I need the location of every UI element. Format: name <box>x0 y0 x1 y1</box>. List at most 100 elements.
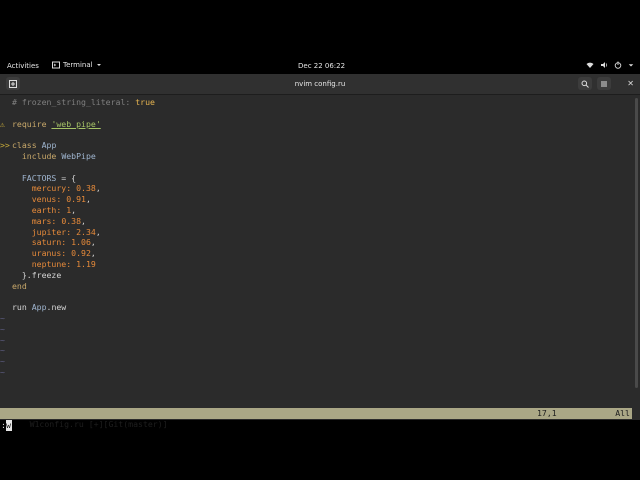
vim-command-line[interactable]: :w <box>1 420 12 431</box>
warning-sign-icon: ⚠ <box>0 118 5 129</box>
code-token: require <box>12 118 47 129</box>
clock[interactable]: Dec 22 06:22 <box>298 62 345 70</box>
code-token: earth: <box>31 205 62 215</box>
code-token: App <box>31 302 47 313</box>
code-line[interactable]: >> class App <box>0 140 56 151</box>
empty-line-marker: ~ <box>0 367 5 377</box>
sign-column: >> <box>0 140 10 151</box>
menu-icon <box>601 81 607 86</box>
code-token: 0.38 <box>61 215 82 226</box>
code-token: 1.06 <box>71 237 91 248</box>
code-line[interactable]: jupiter: 2.34, <box>0 227 101 238</box>
search-button[interactable] <box>578 77 592 90</box>
code-token: jupiter: <box>31 226 72 237</box>
terminal-app-icon <box>52 61 60 69</box>
code-token: # frozen_string_literal: <box>12 97 136 107</box>
volume-icon[interactable] <box>600 61 608 69</box>
code-line[interactable]: ~ <box>0 324 12 335</box>
app-menu-label: Terminal <box>63 61 93 69</box>
code-token: neptune: <box>31 259 72 269</box>
network-icon[interactable] <box>586 61 594 69</box>
code-token: , <box>90 248 96 259</box>
search-icon <box>581 80 589 88</box>
code-token: mars: <box>31 215 57 226</box>
vim-statusline: W1config.ru [+][Git(master)] 17,1 All <box>0 408 632 429</box>
code-token: , <box>95 226 101 237</box>
code-token: = { <box>56 172 77 183</box>
empty-line-marker: ~ <box>0 334 5 345</box>
code-token: 2.34 <box>76 226 96 237</box>
code-line[interactable]: ⚠ require 'web_pipe' <box>0 119 101 130</box>
code-line[interactable]: ~ <box>0 356 12 367</box>
close-icon: ✕ <box>627 79 634 88</box>
code-line[interactable]: ~ <box>0 335 12 346</box>
code-token: , <box>85 194 91 205</box>
code-token: freeze <box>31 269 62 280</box>
empty-line-marker: ~ <box>0 313 5 323</box>
code-token: 0.91 <box>66 194 86 205</box>
code-token: class <box>12 140 37 151</box>
terminal-window: nvim config.ru ✕ # frozen_string_literal… <box>0 74 640 431</box>
code-token: 1.19 <box>76 259 96 269</box>
code-line[interactable]: }.freeze <box>0 270 61 281</box>
code-token: }. <box>12 269 32 280</box>
code-token: include <box>21 151 57 161</box>
statusline-file: W1config.ru [+][Git(master)] <box>29 419 168 429</box>
code-line[interactable]: run App.new <box>0 302 66 313</box>
empty-line-marker: ~ <box>0 323 5 334</box>
code-line[interactable]: venus: 0.91, <box>0 194 91 205</box>
scrollbar-thumb[interactable] <box>635 98 638 388</box>
chevron-down-icon[interactable] <box>628 61 634 69</box>
statusline-scroll: All <box>615 408 630 418</box>
code-line[interactable] <box>0 162 12 173</box>
activities-button[interactable]: Activities <box>7 62 39 70</box>
code-line[interactable] <box>0 291 12 302</box>
code-token: uranus: <box>31 248 67 259</box>
code-token: true <box>135 97 155 107</box>
empty-line-marker: ~ <box>0 345 5 356</box>
terminal-content[interactable]: # frozen_string_literal: true ⚠ require 'w… <box>0 95 632 431</box>
code-line[interactable] <box>0 108 12 119</box>
statusline-position: 17,1 <box>537 408 557 418</box>
power-icon[interactable] <box>614 61 622 69</box>
code-line[interactable]: include WebPipe <box>0 151 96 162</box>
code-line[interactable]: uranus: 0.92, <box>0 248 96 259</box>
code-token: FACTORS <box>21 172 57 183</box>
code-line[interactable]: end <box>0 281 27 292</box>
code-line[interactable]: ~ <box>0 345 12 356</box>
code-line[interactable]: # frozen_string_literal: true <box>0 97 155 108</box>
code-line[interactable]: neptune: 1.19 <box>0 259 96 270</box>
code-token: saturn: <box>31 237 67 248</box>
code-line[interactable]: mercury: 0.38, <box>0 183 101 194</box>
code-line[interactable] <box>0 129 12 140</box>
code-line[interactable]: mars: 0.38, <box>0 216 86 227</box>
code-line[interactable]: ~ <box>0 313 12 324</box>
system-tray[interactable] <box>586 61 634 69</box>
code-token: 'web_pipe' <box>51 118 101 129</box>
scrollbar[interactable] <box>634 96 639 396</box>
app-menu[interactable]: Terminal <box>52 61 102 69</box>
window-title: nvim config.ru <box>294 80 346 88</box>
code-token: , <box>81 215 86 226</box>
code-line[interactable]: saturn: 1.06, <box>0 237 96 248</box>
code-token: , <box>90 237 96 248</box>
code-token: end <box>12 280 27 291</box>
menu-button[interactable] <box>597 77 611 90</box>
header-bar: nvim config.ru ✕ <box>0 74 640 95</box>
code-token: , <box>95 183 101 194</box>
code-line[interactable]: ~ <box>0 367 12 378</box>
close-button[interactable]: ✕ <box>627 79 634 88</box>
code-line[interactable]: earth: 1, <box>0 205 76 216</box>
code-line[interactable]: FACTORS = { <box>0 173 76 184</box>
chevron-down-icon <box>96 64 101 66</box>
empty-line-marker: ~ <box>0 356 5 367</box>
code-token: App <box>41 140 57 151</box>
code-token: 0.38 <box>76 183 96 194</box>
